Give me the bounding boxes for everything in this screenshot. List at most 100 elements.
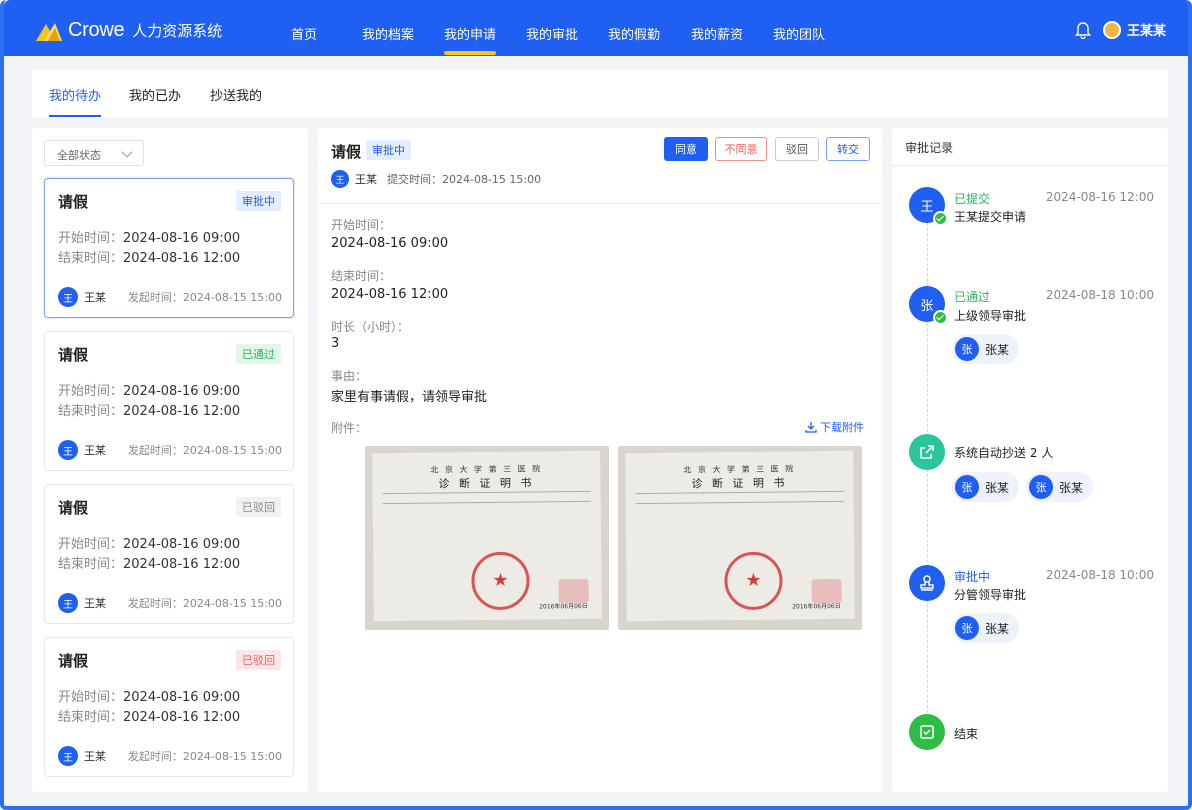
- applicant-name: 王某: [84, 444, 106, 457]
- nav-attendance[interactable]: 我的假勤: [608, 24, 660, 43]
- card-title: 请假: [58, 193, 89, 211]
- end-icon: [920, 725, 934, 739]
- request-card[interactable]: 请假 已驳回 开始时间：2024-08-16 09:00 结束时间：2024-0…: [44, 637, 294, 777]
- card-title: 请假: [58, 652, 89, 670]
- card-start: 开始时间：2024-08-16 09:00: [58, 227, 240, 246]
- end-time-label: 结束时间：: [331, 269, 392, 283]
- reason-label: 事由：: [331, 369, 368, 383]
- bell-icon[interactable]: [1074, 21, 1091, 39]
- record-desc: 上级领导审批: [954, 309, 1027, 323]
- nav-profile[interactable]: 我的档案: [362, 24, 414, 43]
- nav-applications[interactable]: 我的申请: [444, 24, 497, 55]
- approver-chip: 张 张某: [952, 613, 1020, 643]
- start-value: 2024-08-16 09:00: [123, 384, 241, 399]
- record-status: 已通过: [954, 290, 991, 304]
- download-attachment-link[interactable]: 下载附件: [805, 419, 864, 435]
- avatar: 张: [920, 298, 934, 314]
- start-value: 2024-08-16 09:00: [123, 231, 241, 246]
- end-label: 结束时间：: [58, 404, 124, 419]
- brand-logo[interactable]: Crowe 人力资源系统: [34, 19, 222, 42]
- attachment-label: 附件：: [331, 421, 368, 435]
- nav-team[interactable]: 我的团队: [773, 24, 825, 43]
- start-label: 开始时间：: [58, 537, 124, 552]
- user-menu[interactable]: 王某某: [1074, 20, 1166, 39]
- check-icon: [933, 310, 948, 325]
- user-name[interactable]: 王某某: [1127, 20, 1166, 39]
- disagree-button[interactable]: 不同意: [715, 137, 767, 161]
- status-badge: 审批中: [236, 191, 281, 211]
- stamp-icon: [920, 575, 934, 591]
- record-status: 审批中: [954, 570, 991, 584]
- attachment-image[interactable]: 北 京 大 学 第 三 医 院 诊 断 证 明 书 ★ 2016年06月06日: [365, 446, 609, 630]
- card-title: 请假: [58, 499, 89, 517]
- timeline-node-end: [909, 714, 945, 750]
- star-icon: ★: [745, 569, 762, 591]
- user-avatar[interactable]: [1102, 20, 1121, 39]
- request-detail-panel: 请假 审批中 王 王某 提交时间：2024-08-15 15:00 同意 不同意…: [318, 128, 882, 792]
- nav-home[interactable]: 首页: [291, 24, 317, 43]
- start-time-label: 开始时间：: [331, 218, 392, 232]
- cc-name: 张某: [1059, 480, 1084, 495]
- submit-time: 发起时间：2024-08-15 15:00: [127, 444, 282, 457]
- share-icon: [920, 445, 934, 459]
- signature: [558, 578, 589, 604]
- card-end: 结束时间：2024-08-16 12:00: [58, 247, 240, 266]
- start-time-value: 2024-08-16 09:00: [331, 236, 449, 251]
- end-label: 结束时间：: [58, 710, 124, 725]
- approver-name: 张某: [985, 342, 1010, 357]
- tab-done[interactable]: 我的已办: [129, 85, 181, 104]
- card-start: 开始时间：2024-08-16 09:00: [58, 380, 240, 399]
- status-filter-value: 全部状态: [57, 149, 101, 162]
- record-time: 2024-08-18 10:00: [1045, 568, 1154, 582]
- certificate-paper: 北 京 大 学 第 三 医 院 诊 断 证 明 书 ★ 2016年06月06日: [625, 450, 855, 622]
- signature: [811, 578, 842, 604]
- approver-name: 张某: [985, 621, 1010, 636]
- timeline-node-pending: [909, 565, 945, 601]
- detail-submitter: 王 王某 提交时间：2024-08-15 15:00: [331, 170, 541, 188]
- status-badge: 已通过: [236, 344, 281, 364]
- applicant-name: 王某: [84, 597, 106, 610]
- nav-approvals[interactable]: 我的审批: [526, 24, 578, 43]
- nav-salary[interactable]: 我的薪资: [691, 24, 743, 43]
- transfer-button[interactable]: 转交: [826, 137, 870, 161]
- status-filter-select[interactable]: 全部状态: [44, 140, 144, 166]
- avatar: 王: [58, 593, 78, 613]
- status-badge: 审批中: [366, 140, 411, 160]
- divider: [318, 203, 882, 204]
- app-subtitle: 人力资源系统: [132, 22, 223, 40]
- crowe-logo-icon: [36, 22, 62, 41]
- submit-time: 发起时间：2024-08-15 15:00: [127, 750, 282, 763]
- card-footer: 王 王某 发起时间：2024-08-15 15:00: [58, 593, 282, 613]
- end-time-value: 2024-08-16 12:00: [331, 287, 449, 302]
- request-card[interactable]: 请假 审批中 开始时间：2024-08-16 09:00 结束时间：2024-0…: [44, 178, 294, 318]
- detail-title: 请假: [331, 143, 362, 161]
- app-window: Crowe 人力资源系统 首页 我的档案 我的申请 我的审批 我的假勤 我的薪资…: [0, 0, 1192, 810]
- star-icon: ★: [492, 569, 509, 591]
- tab-todo[interactable]: 我的待办: [49, 85, 102, 117]
- chevron-down-icon: [121, 146, 133, 158]
- cc-chip: 张 张某: [952, 472, 1020, 502]
- record-time: 2024-08-16 12:00: [1045, 190, 1154, 204]
- end-value: 2024-08-16 12:00: [123, 557, 241, 572]
- divider: [892, 165, 1168, 166]
- start-label: 开始时间：: [58, 690, 124, 705]
- certificate-date: 2016年06月06日: [539, 602, 588, 611]
- brand-name: Crowe: [68, 19, 125, 41]
- record-status: 已提交: [954, 192, 991, 206]
- tab-cc[interactable]: 抄送我的: [210, 85, 262, 104]
- status-badge: 已驳回: [236, 497, 281, 517]
- submit-time: 提交时间：2024-08-15 15:00: [387, 173, 542, 186]
- agree-button[interactable]: 同意: [664, 137, 708, 161]
- start-value: 2024-08-16 09:00: [123, 690, 241, 705]
- record-desc: 系统自动抄送 2 人: [954, 446, 1054, 460]
- attachment-image[interactable]: 北 京 大 学 第 三 医 院 诊 断 证 明 书 ★ 2016年06月06日: [618, 446, 862, 630]
- submitter-name: 王某: [355, 173, 377, 186]
- reject-button[interactable]: 驳回: [775, 137, 819, 161]
- start-label: 开始时间：: [58, 231, 124, 246]
- card-start: 开始时间：2024-08-16 09:00: [58, 533, 240, 552]
- avatar: 王: [331, 170, 349, 188]
- request-card[interactable]: 请假 已通过 开始时间：2024-08-16 09:00 结束时间：2024-0…: [44, 331, 294, 471]
- approver-chip: 张 张某: [952, 334, 1020, 364]
- request-card[interactable]: 请假 已驳回 开始时间：2024-08-16 09:00 结束时间：2024-0…: [44, 484, 294, 624]
- record-desc: 结束: [954, 727, 979, 741]
